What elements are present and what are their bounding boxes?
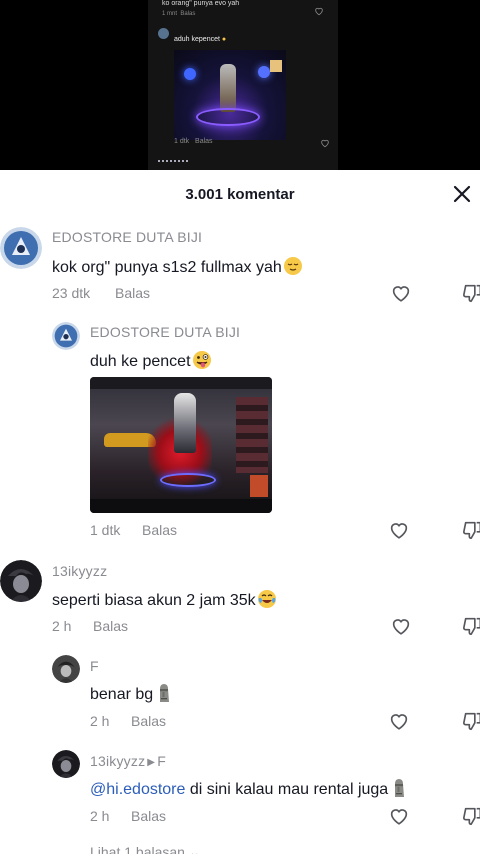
comment-username[interactable]: 13ikyyzz <box>90 753 145 769</box>
chevron-down-icon: ⌄ <box>188 844 201 854</box>
close-icon[interactable] <box>450 182 474 206</box>
comment-text: kok org" punya s1s2 fullmax yah <box>52 256 303 277</box>
comments-sheet: 3.001 komentar EDOSTORE DUTA BIJI kok or… <box>0 170 480 854</box>
reply-button[interactable]: Balas <box>115 285 150 301</box>
avatar[interactable] <box>52 655 80 683</box>
moai-emoji-icon <box>395 779 405 797</box>
like-heart-icon[interactable] <box>390 282 412 304</box>
reply-button[interactable]: Balas <box>93 618 128 634</box>
moai-emoji-icon <box>160 684 170 702</box>
like-heart-icon[interactable] <box>388 805 410 827</box>
dislike-icon[interactable] <box>462 710 480 732</box>
tears-of-joy-emoji-icon <box>257 590 276 608</box>
comment-timestamp: 2 h <box>90 808 110 824</box>
comment-username[interactable]: 13ikyyzz <box>52 563 107 579</box>
reply-button[interactable]: Balas <box>142 522 177 538</box>
view-more-replies-button[interactable]: Lihat 1 balasan ⌄ <box>90 844 201 854</box>
comment-username[interactable]: F <box>90 658 99 674</box>
avatar <box>158 28 169 39</box>
dislike-icon[interactable] <box>462 282 480 304</box>
comment-image[interactable] <box>90 377 272 513</box>
relieved-face-emoji-icon <box>283 257 302 275</box>
comment-username[interactable]: EDOSTORE DUTA BIJI <box>90 324 240 340</box>
like-heart-icon[interactable] <box>388 710 410 732</box>
dislike-icon[interactable] <box>462 519 480 541</box>
comment-text: seperti biasa akun 2 jam 35k <box>52 589 277 610</box>
avatar[interactable] <box>0 227 42 269</box>
heart-icon <box>321 139 329 148</box>
avatar[interactable] <box>0 560 42 602</box>
divider <box>158 160 188 164</box>
video-preview-comment-1-text: ko orang" punya evo yah <box>162 0 240 7</box>
like-heart-icon[interactable] <box>388 519 410 541</box>
video-preview-comment-2: aduh kepencet ● 1 dtk Balas <box>158 26 334 166</box>
heart-icon <box>315 7 323 16</box>
reply-to-username[interactable]: F <box>157 753 166 769</box>
zany-face-emoji-icon <box>192 351 211 369</box>
comment-timestamp: 1 dtk <box>90 522 121 538</box>
comment-timestamp: 23 dtk <box>52 285 91 301</box>
like-heart-icon[interactable] <box>390 615 412 637</box>
comment-timestamp: 2 h <box>90 713 110 729</box>
video-preview-comment-1: ko orang" punya evo yah 1 mnt Balas <box>162 0 332 18</box>
reply-button[interactable]: Balas <box>131 713 166 729</box>
reply-button[interactable]: Balas <box>131 808 166 824</box>
avatar[interactable] <box>52 750 80 778</box>
mention-link[interactable]: @hi.edostore <box>90 781 185 798</box>
comment-count-title: 3.001 komentar <box>185 186 295 203</box>
reply-arrow-icon: ▶ <box>147 757 156 768</box>
comment-text: @hi.edostore di sini kalau mau rental ju… <box>90 778 409 799</box>
video-preview-comment-2-text: aduh kepencet ● <box>174 36 227 43</box>
video-preview-comment-1-meta: 1 mnt Balas <box>162 11 196 17</box>
video-frame: ko orang" punya evo yah 1 mnt Balas aduh… <box>148 0 338 170</box>
video-preview-comment-2-meta: 1 dtk Balas <box>174 138 213 145</box>
avatar[interactable] <box>52 322 80 350</box>
comment-timestamp: 2 h <box>52 618 72 634</box>
comment-text: duh ke pencet <box>90 350 212 371</box>
comment-username-reply-header: 13ikyyzz ▶ F <box>90 753 166 769</box>
sheet-header: 3.001 komentar <box>0 170 480 218</box>
dislike-icon[interactable] <box>462 805 480 827</box>
comment-text: benar bg <box>90 683 174 704</box>
dislike-icon[interactable] <box>462 615 480 637</box>
comment-username[interactable]: EDOSTORE DUTA BIJI <box>52 229 202 245</box>
video-player[interactable]: ko orang" punya evo yah 1 mnt Balas aduh… <box>0 0 480 170</box>
game-image-thumbnail <box>174 50 286 140</box>
